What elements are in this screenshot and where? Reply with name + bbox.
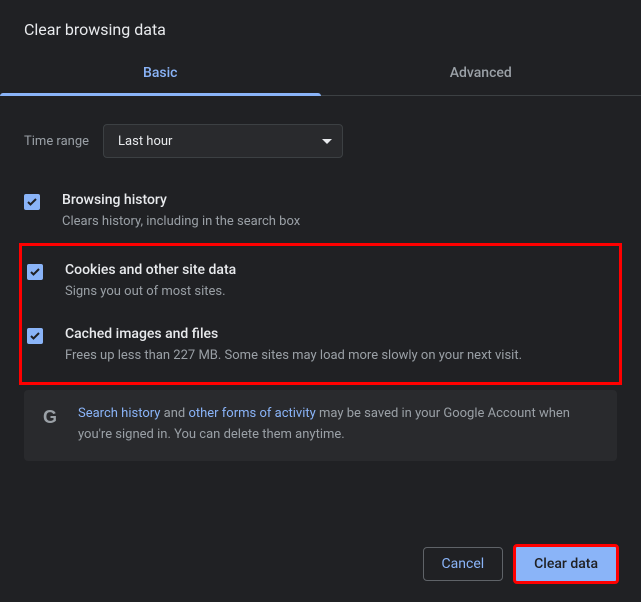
dialog-title: Clear browsing data: [0, 0, 641, 53]
option-title: Cookies and other site data: [65, 262, 614, 278]
google-icon: G: [40, 407, 60, 427]
option-browsing-history: Browsing history Clears history, includi…: [24, 182, 617, 246]
option-cache: Cached images and files Frees up less th…: [27, 316, 614, 380]
check-icon: [29, 266, 41, 278]
info-text: Search history and other forms of activi…: [78, 404, 601, 444]
check-icon: [26, 196, 38, 208]
option-description: Signs you out of most sites.: [65, 282, 614, 302]
cancel-button[interactable]: Cancel: [423, 547, 504, 581]
option-title: Cached images and files: [65, 326, 614, 342]
search-history-link[interactable]: Search history: [78, 406, 160, 421]
option-description: Frees up less than 227 MB. Some sites ma…: [65, 346, 614, 366]
option-title: Browsing history: [62, 192, 617, 208]
google-account-info: G Search history and other forms of acti…: [24, 390, 617, 460]
checkbox-browsing-history[interactable]: [24, 194, 40, 210]
checkbox-cache[interactable]: [27, 328, 43, 344]
clear-browsing-data-dialog: Clear browsing data Basic Advanced Time …: [0, 0, 641, 602]
option-description: Clears history, including in the search …: [62, 212, 617, 232]
time-range-value: Last hour: [118, 134, 172, 149]
time-range-label: Time range: [24, 134, 89, 149]
annotation-highlight-box: Cookies and other site data Signs you ou…: [19, 243, 622, 385]
chevron-down-icon: [322, 139, 332, 144]
tab-advanced[interactable]: Advanced: [321, 53, 641, 95]
checkbox-cookies[interactable]: [27, 264, 43, 280]
dialog-footer: Cancel Clear data: [423, 544, 619, 584]
time-range-row: Time range Last hour: [24, 116, 617, 182]
time-range-select[interactable]: Last hour: [103, 124, 343, 158]
option-cookies: Cookies and other site data Signs you ou…: [27, 252, 614, 316]
clear-data-button[interactable]: Clear data: [513, 544, 619, 584]
tabs: Basic Advanced: [0, 53, 641, 96]
other-activity-link[interactable]: other forms of activity: [188, 406, 315, 421]
dialog-body: Time range Last hour Browsing history Cl…: [0, 96, 641, 461]
tab-basic[interactable]: Basic: [0, 53, 321, 95]
check-icon: [29, 330, 41, 342]
